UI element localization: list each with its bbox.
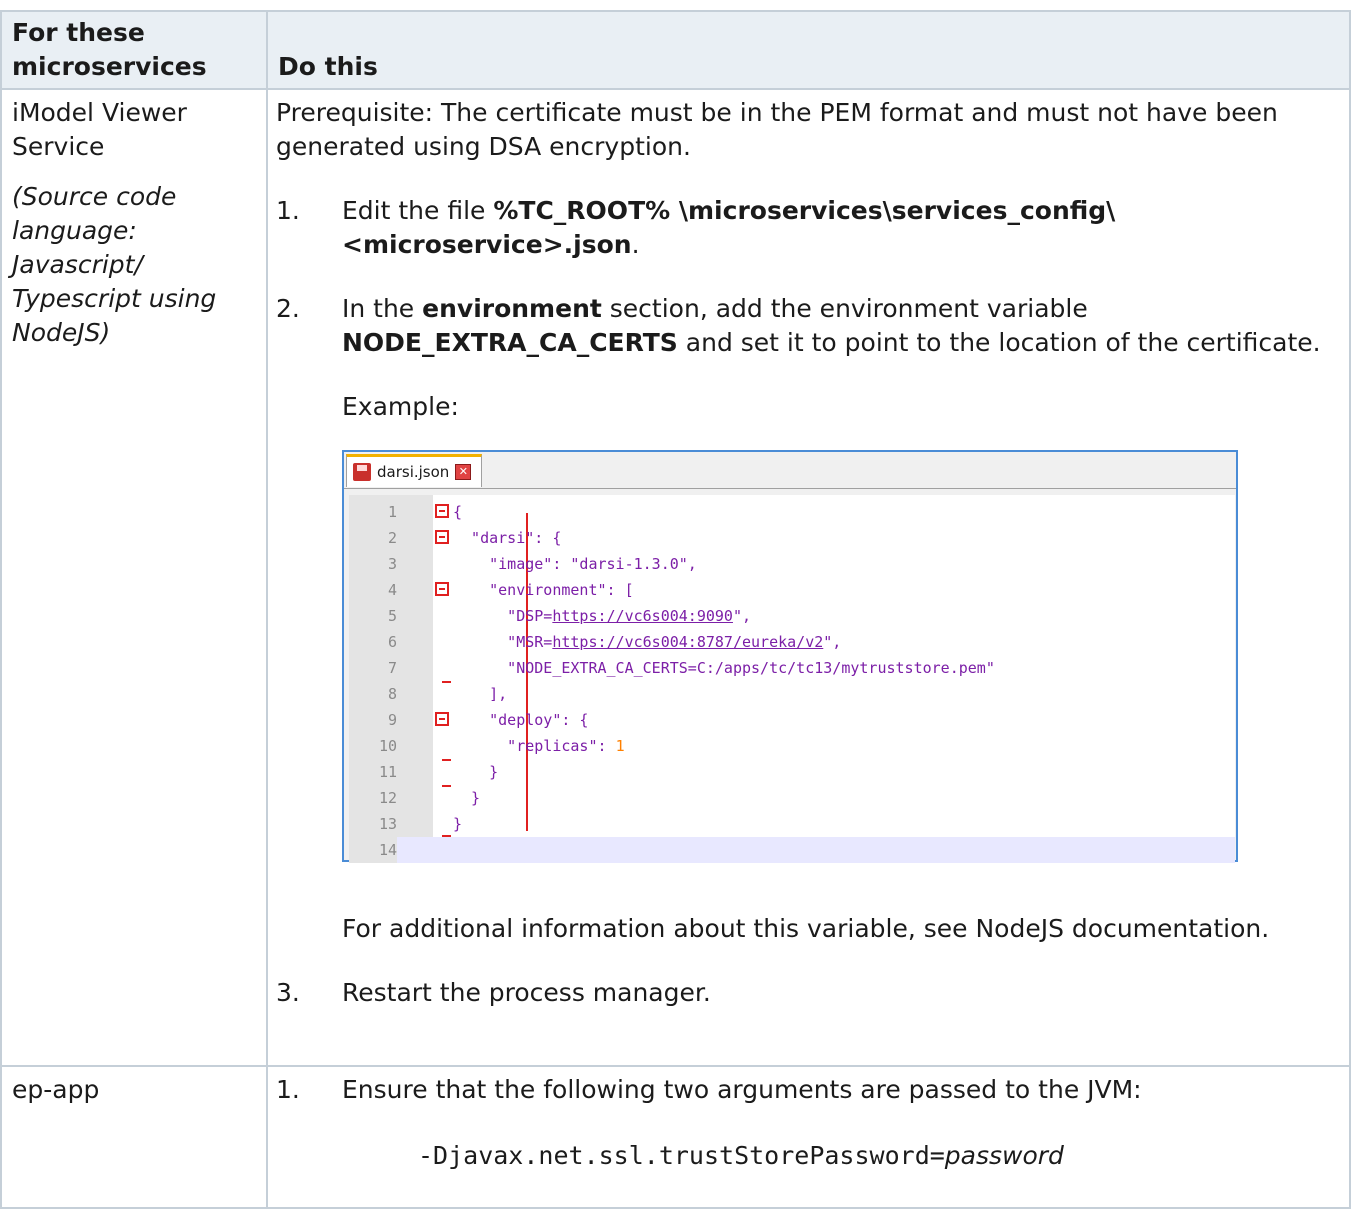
code-text: { — [453, 503, 463, 521]
additional-info-text: For additional information about this va… — [342, 914, 1270, 943]
code-line: 13} — [349, 811, 1235, 837]
line-number: 1 — [387, 503, 397, 521]
prerequisite-text: Prerequisite: The certificate must be in… — [276, 98, 1278, 161]
microservices-table: For these microservices Do this iModel V… — [0, 10, 1351, 1209]
code-text: "darsi": { — [453, 529, 562, 547]
code-editor-screenshot: darsi.json ✕ 1 {2 "darsi": {3 "image":… — [342, 450, 1238, 863]
code-line: 11 } — [349, 759, 1235, 785]
service-cell: ep-app — [0, 1065, 268, 1209]
instructions-cell: 1. Ensure that the following two argumen… — [266, 1065, 1351, 1209]
code-text: "environment": [ — [453, 581, 634, 599]
step-3: 3. Restart the process manager. — [276, 976, 1335, 1010]
code-text: "image": "darsi-1.3.0", — [453, 555, 697, 573]
code-line-current: 14 — [349, 837, 1235, 863]
code-text: } — [453, 763, 499, 781]
step-number: 2. — [276, 294, 300, 323]
code-line: 1{ — [349, 499, 1235, 525]
header-do-this: Do this — [266, 10, 1351, 90]
line-number: 10 — [378, 737, 397, 755]
code-text: ], — [453, 685, 508, 703]
code-text: } — [453, 789, 481, 807]
service-name: ep-app — [12, 1075, 100, 1104]
step-text: Restart the process manager. — [342, 978, 711, 1007]
service-note: (Source code language: Javascript/ Types… — [12, 182, 217, 347]
code-line: 3 "image": "darsi-1.3.0", — [349, 551, 1235, 577]
header-microservices: For these microservices — [0, 10, 268, 90]
code-line: 5 "DSP=https://vc6s004:9090", — [349, 603, 1235, 629]
jvm-argument: -Djavax.net.ssl.trustStorePassword=passw… — [342, 1139, 1335, 1173]
section-name: environment — [422, 294, 602, 323]
line-number: 13 — [378, 815, 397, 833]
line-number: 3 — [387, 555, 397, 573]
code-line: 2 "darsi": { — [349, 525, 1235, 551]
step-1: 1. Edit the file %TC_ROOT% \microservice… — [276, 194, 1335, 262]
line-number: 6 — [387, 633, 397, 651]
service-name: iModel Viewer Service — [12, 98, 187, 161]
code-area[interactable]: 1{ 2 "darsi": { 3 "image": "darsi-1.3.0"… — [349, 495, 1235, 863]
file-save-icon — [353, 463, 371, 481]
example-label: Example: — [342, 392, 459, 421]
code-url[interactable]: https://vc6s004:8787/eureka/v2 — [552, 633, 823, 651]
step-text-end: . — [631, 230, 640, 259]
step-number: 1. — [276, 1075, 300, 1104]
code-line: 7 "NODE_EXTRA_CA_CERTS=C:/apps/tc/tc13/m… — [349, 655, 1235, 681]
editor-tab-bar: darsi.json ✕ — [344, 452, 1236, 489]
code-text: "MSR= — [453, 633, 553, 651]
line-number: 14 — [349, 837, 397, 863]
tab-label: darsi.json — [377, 463, 450, 481]
step-text-mid: section, add the environment variable — [601, 294, 1088, 323]
code-line: 10 "replicas": 1 — [349, 733, 1235, 759]
step-text-end: and set it to point to the location of t… — [677, 328, 1321, 357]
line-number: 11 — [378, 763, 397, 781]
code-line: 12 } — [349, 785, 1235, 811]
argument-text: -Djavax.net.ssl.trustStorePassword= — [418, 1141, 945, 1170]
step-2: 2. In the environment section, add the e… — [276, 292, 1335, 946]
variable-name: NODE_EXTRA_CA_CERTS — [342, 328, 678, 357]
service-cell: iModel Viewer Service (Source code langu… — [0, 88, 268, 1067]
instructions-cell: Prerequisite: The certificate must be in… — [266, 88, 1351, 1067]
code-text: "replicas": — [453, 737, 616, 755]
close-icon[interactable]: ✕ — [455, 464, 472, 480]
step-number: 3. — [276, 978, 300, 1007]
code-text: ", — [732, 607, 752, 625]
step-text: Ensure that the following two arguments … — [342, 1075, 1142, 1104]
line-number: 12 — [378, 789, 397, 807]
line-number: 2 — [387, 529, 397, 547]
code-number: 1 — [615, 737, 625, 755]
code-line: 4 "environment": [ — [349, 577, 1235, 603]
code-text: "DSP= — [453, 607, 553, 625]
table-header-row: For these microservices Do this — [0, 10, 1351, 90]
step-text: In the — [342, 294, 423, 323]
code-url[interactable]: https://vc6s004:9090 — [552, 607, 733, 625]
step-1: 1. Ensure that the following two argumen… — [276, 1073, 1335, 1173]
code-line: 8 ], — [349, 681, 1235, 707]
table-row: ep-app 1. Ensure that the following two … — [0, 1065, 1351, 1209]
code-text: ", — [823, 633, 842, 651]
editor-tab[interactable]: darsi.json ✕ — [346, 454, 482, 487]
line-number: 7 — [387, 659, 397, 677]
code-line: 6 "MSR=https://vc6s004:8787/eureka/v2", — [349, 629, 1235, 655]
step-text: Edit the file — [342, 196, 494, 225]
table-row: iModel Viewer Service (Source code langu… — [0, 88, 1351, 1067]
line-number: 9 — [387, 711, 397, 729]
code-text: } — [453, 815, 463, 833]
argument-value: password — [944, 1141, 1064, 1170]
code-text: "deploy": { — [453, 711, 589, 729]
line-number: 8 — [387, 685, 397, 703]
line-number: 5 — [387, 607, 397, 625]
code-line: 9 "deploy": { — [349, 707, 1235, 733]
line-number: 4 — [387, 581, 397, 599]
step-number: 1. — [276, 196, 300, 225]
code-text: "NODE_EXTRA_CA_CERTS=C:/apps/tc/tc13/myt… — [453, 659, 995, 677]
